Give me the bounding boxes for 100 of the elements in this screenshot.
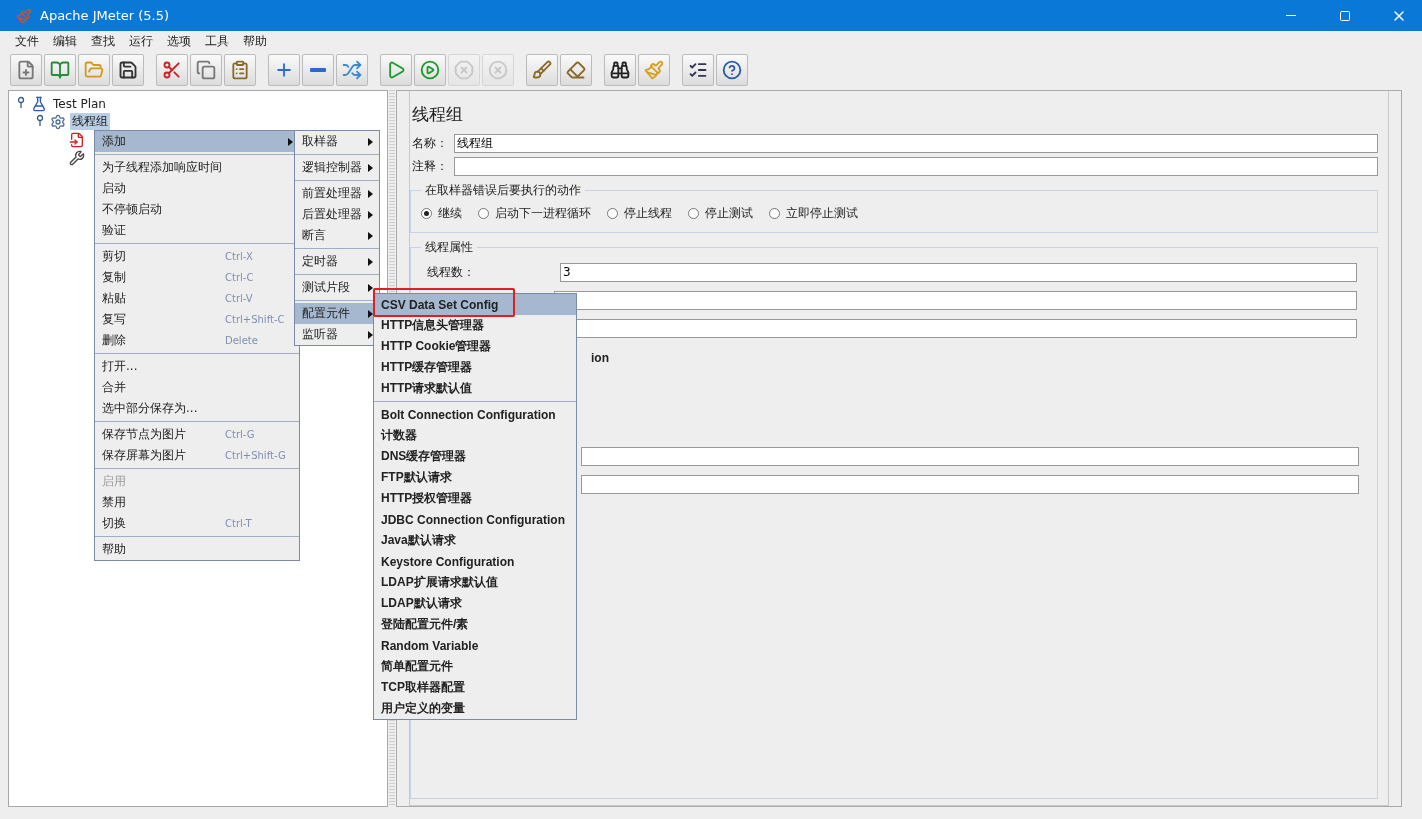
menu-item[interactable]: 定时器 [295, 251, 379, 272]
menu-bar-item[interactable]: 工具 [198, 32, 236, 50]
radio-option[interactable]: 启动下一进程循环 [478, 205, 591, 222]
help-icon [722, 59, 742, 80]
name-label: 名称： [412, 135, 449, 152]
menu-item[interactable]: DNS缓存管理器 [374, 446, 576, 467]
name-field[interactable]: 线程组 [454, 134, 1378, 153]
brush-icon [532, 59, 552, 80]
menu-item[interactable]: FTP默认请求 [374, 467, 576, 488]
menu-bar-item[interactable]: 查找 [84, 32, 122, 50]
play-icon [386, 59, 406, 80]
minimize-icon [1286, 15, 1296, 16]
menu-item[interactable]: 简单配置元件 [374, 656, 576, 677]
radio-option[interactable]: 继续 [421, 205, 462, 222]
text-field[interactable] [581, 446, 1359, 466]
radio-label: 停止测试 [705, 205, 753, 222]
toolbar-button[interactable] [604, 53, 636, 86]
menu-bar-item[interactable]: 编辑 [46, 32, 84, 50]
new-file-icon [16, 59, 36, 80]
menu-item[interactable]: HTTP Cookie管理器 [374, 336, 576, 357]
toolbar-button[interactable] [716, 53, 748, 86]
option-label: ion [591, 351, 609, 365]
copy-icon [196, 59, 216, 80]
menu-bar-item[interactable]: 运行 [122, 32, 160, 50]
tree-node-label[interactable]: 线程组 [70, 113, 110, 130]
window-title: Apache JMeter (5.5) [40, 8, 171, 23]
menu-item[interactable]: 计数器 [374, 425, 576, 446]
menu-item[interactable]: TCP取样器配置 [374, 677, 576, 698]
menu-item[interactable]: 断言 [295, 225, 379, 246]
menu-item[interactable]: 打开... [95, 356, 299, 377]
flask-icon [31, 95, 47, 112]
menu-item[interactable]: HTTP缓存管理器 [374, 357, 576, 378]
submenu-arrow-icon [368, 257, 373, 266]
radio-option[interactable]: 立即停止测试 [769, 205, 858, 222]
panel-title: 线程组 [411, 103, 464, 126]
close-circle-icon [488, 59, 508, 80]
radio-button[interactable] [421, 208, 432, 219]
group-title: 在取样器错误后要执行的动作 [424, 182, 582, 199]
radio-button[interactable] [769, 208, 780, 219]
radio-label: 停止线程 [624, 205, 672, 222]
menu-item[interactable]: Random Variable [374, 635, 576, 656]
search-icon [610, 59, 630, 80]
radio-button[interactable] [478, 208, 489, 219]
gear-icon [50, 113, 66, 130]
menu-item[interactable]: 禁用 [95, 492, 299, 513]
radio-button[interactable] [688, 208, 699, 219]
menu-item[interactable]: 逻辑控制器 [295, 157, 379, 178]
text-field[interactable] [581, 474, 1359, 494]
submenu-arrow-icon [368, 163, 373, 172]
comment-label: 注释： [412, 158, 449, 175]
stop-icon [454, 59, 474, 80]
menu-item[interactable]: 选中部分保存为... [95, 398, 299, 419]
menu-item[interactable]: 帮助 [95, 539, 299, 560]
menu-item[interactable]: Keystore Configuration [374, 551, 576, 572]
menu-item[interactable]: Bolt Connection Configuration [374, 404, 576, 425]
cut-icon [162, 59, 182, 80]
radio-option[interactable]: 停止测试 [688, 205, 753, 222]
text-field[interactable] [554, 290, 1357, 310]
menu-item[interactable]: JDBC Connection Configuration [374, 509, 576, 530]
menu-item[interactable]: LDAP默认请求 [374, 593, 576, 614]
submenu-arrow-icon [368, 189, 373, 198]
menu-item[interactable]: LDAP扩展请求默认值 [374, 572, 576, 593]
menu-bar-item[interactable]: 帮助 [236, 32, 274, 50]
menu-item[interactable]: 切换 Ctrl-T [95, 513, 299, 534]
menu-item[interactable]: HTTP授权管理器 [374, 488, 576, 509]
radio-label: 立即停止测试 [786, 205, 858, 222]
comment-field[interactable] [454, 157, 1378, 176]
menu-bar-item[interactable]: 选项 [160, 32, 198, 50]
menu-item[interactable]: 后置处理器 [295, 204, 379, 225]
thread-count-field[interactable]: 3 [560, 262, 1357, 282]
shuffle-icon [342, 59, 362, 80]
paste-icon [230, 59, 250, 80]
submenu-arrow-icon [368, 231, 373, 240]
tree-handle-icon[interactable] [15, 96, 27, 108]
radio-option[interactable]: 停止线程 [607, 205, 672, 222]
book-icon [50, 59, 70, 80]
menu-item[interactable]: CSV Data Set Config [374, 294, 576, 315]
minus-icon [310, 67, 326, 72]
menu-item[interactable]: 用户定义的变量 [374, 698, 576, 719]
menu-item[interactable]: 保存屏幕为图片 Ctrl+Shift-G [95, 445, 299, 466]
maximize-icon [1339, 9, 1351, 22]
radio-label: 继续 [438, 205, 462, 222]
toolbar-button[interactable] [112, 53, 144, 86]
wrench-icon [69, 149, 85, 166]
radio-button[interactable] [607, 208, 618, 219]
menu-bar-item[interactable]: 文件 [8, 32, 46, 50]
menu-item[interactable]: 合并 [95, 377, 299, 398]
menu-item[interactable]: 登陆配置元件/素 [374, 614, 576, 635]
folder-icon [84, 59, 104, 80]
radio-label: 启动下一进程循环 [495, 205, 591, 222]
tree-node-label[interactable]: Test Plan [51, 96, 108, 111]
menu-item[interactable]: HTTP请求默认值 [374, 378, 576, 399]
broom-icon [644, 59, 664, 80]
tree-handle-icon[interactable] [34, 114, 46, 126]
toolbar-button[interactable] [682, 53, 714, 86]
menu-item[interactable]: 前置处理器 [295, 183, 379, 204]
thread-count-label: 线程数： [426, 263, 476, 281]
menu-item[interactable]: Java默认请求 [374, 530, 576, 551]
file-arrow-icon [69, 131, 85, 148]
menu-item[interactable]: 保存节点为图片 Ctrl-G [95, 424, 299, 445]
